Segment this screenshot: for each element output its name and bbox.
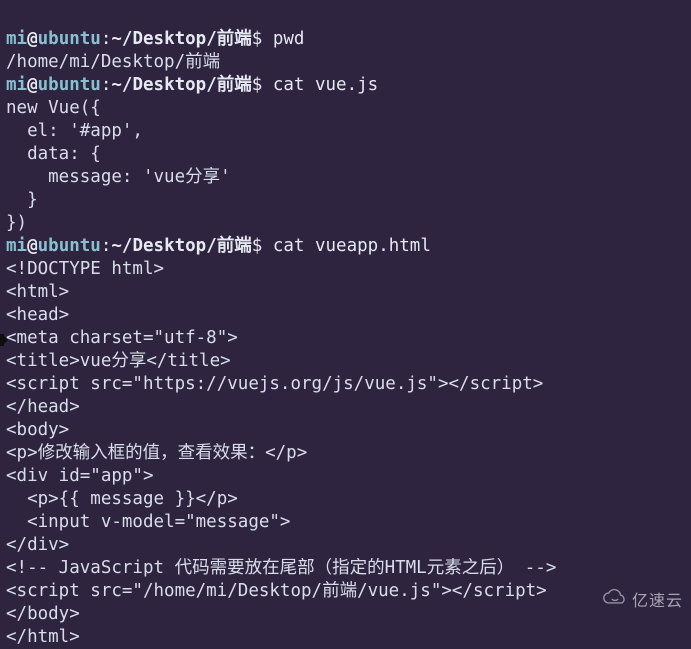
prompt-host: ubuntu (38, 236, 101, 256)
watermark-text: 亿速云 (632, 590, 683, 613)
output-pwd: /home/mi/Desktop/前端 (6, 52, 220, 72)
file-line: <input v-model="message"> (6, 512, 290, 532)
command-cat-vueapp: cat vueapp.html (273, 236, 431, 256)
file-line: </div> (6, 535, 69, 555)
prompt-host: ubuntu (38, 75, 101, 95)
file-line: <!-- JavaScript 代码需要放在尾部（指定的HTML元素之后） --… (6, 558, 556, 578)
prompt-dollar: $ (252, 29, 263, 49)
prompt-at: @ (27, 236, 38, 256)
file-line: }) (6, 213, 27, 233)
cloud-icon (601, 589, 629, 614)
prompt-path: ~/Desktop/前端 (111, 75, 251, 95)
prompt-at: @ (27, 29, 38, 49)
prompt-dollar: $ (252, 236, 263, 256)
prompt-at: @ (27, 75, 38, 95)
terminal-output[interactable]: mi@ubuntu:~/Desktop/前端$ pwd /home/mi/Des… (6, 5, 685, 649)
prompt-colon: : (101, 75, 112, 95)
watermark: 亿速云 (601, 589, 683, 614)
file-line: <body> (6, 420, 69, 440)
file-line: <head> (6, 305, 69, 325)
file-line: <script src="https://vuejs.org/js/vue.js… (6, 374, 543, 394)
command-pwd: pwd (273, 29, 305, 49)
file-line: el: '#app', (6, 121, 143, 141)
file-line: <div id="app"> (6, 466, 154, 486)
prompt-path: ~/Desktop/前端 (111, 236, 251, 256)
file-line: } (6, 190, 38, 210)
file-line: message: 'vue分享' (6, 167, 231, 187)
command-cat-vuejs: cat vue.js (273, 75, 378, 95)
prompt-path: ~/Desktop/前端 (111, 29, 251, 49)
file-line: <html> (6, 282, 69, 302)
file-line: <script src="/home/mi/Desktop/前端/vue.js"… (6, 581, 547, 601)
side-tab-handle[interactable] (0, 334, 4, 346)
file-line: <p>{{ message }}</p> (6, 489, 238, 509)
file-line: <meta charset="utf-8"> (6, 328, 238, 348)
file-line: <title>vue分享</title> (6, 351, 231, 371)
file-line: </head> (6, 397, 80, 417)
prompt-host: ubuntu (38, 29, 101, 49)
file-line: <!DOCTYPE html> (6, 259, 164, 279)
file-line: <p>修改输入框的值，查看效果：</p> (6, 443, 307, 463)
prompt-dollar: $ (252, 75, 263, 95)
file-line: </body> (6, 604, 80, 624)
prompt-colon: : (101, 29, 112, 49)
file-line: </html> (6, 627, 80, 647)
file-line: data: { (6, 144, 101, 164)
prompt-user: mi (6, 29, 27, 49)
prompt-user: mi (6, 75, 27, 95)
prompt-colon: : (101, 236, 112, 256)
prompt-user: mi (6, 236, 27, 256)
file-line: new Vue({ (6, 98, 101, 118)
